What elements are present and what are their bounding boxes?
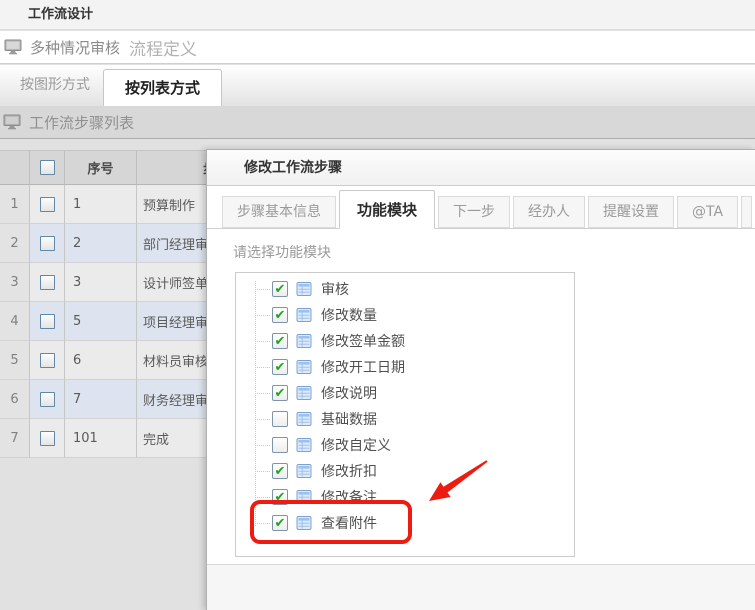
dialog-tab-partial[interactable] [741,196,752,228]
module-grid-icon [296,333,312,349]
row-number: 6 [0,380,30,419]
row-seq: 3 [65,263,137,302]
row-seq: 101 [65,419,137,458]
module-grid-icon [296,385,312,401]
module-checkbox[interactable]: ✔ [272,411,288,427]
breadcrumb: 多种情况审核 流程定义 [0,31,755,64]
view-tab-graphic[interactable]: 按图形方式 [8,65,102,106]
row-checkbox-cell[interactable] [30,263,65,302]
edit-step-dialog: 修改工作流步骤 步骤基本信息 功能模块 下一步 经办人 提醒设置 @TA 请选择功能模块 … [206,149,755,610]
dialog-title: 修改工作流步骤 [244,160,342,176]
row-checkbox-cell[interactable] [30,419,65,458]
row-checkbox[interactable] [39,352,55,368]
header-select-all[interactable] [30,151,65,185]
row-number: 5 [0,341,30,380]
module-grid-icon [296,359,312,375]
dialog-tab-2[interactable]: 下一步 [438,196,511,228]
module-checkbox[interactable]: ✔ [272,515,288,531]
module-grid-icon [296,307,312,323]
module-label: 查看附件 [321,516,377,532]
view-mode-tabs: 按图形方式 按列表方式 [0,65,755,106]
module-label: 修改备注 [321,490,377,506]
header-seq: 序号 [65,151,137,185]
module-label: 基础数据 [321,412,377,428]
module-label: 修改开工日期 [321,360,405,376]
row-checkbox-cell[interactable] [30,341,65,380]
row-seq: 7 [65,380,137,419]
row-checkbox[interactable] [39,274,55,290]
module-checkbox[interactable]: ✔ [272,437,288,453]
row-number: 7 [0,419,30,458]
section-header: 工作流步骤列表 [0,106,755,139]
module-checkbox[interactable]: ✔ [272,281,288,297]
row-seq: 1 [65,185,137,224]
section-title: 工作流步骤列表 [29,113,135,132]
module-grid-icon [296,437,312,453]
module-item-1[interactable]: ✔ 修改数量 [236,302,574,328]
module-label: 修改折扣 [321,464,377,480]
row-checkbox-cell[interactable] [30,380,65,419]
module-checkbox[interactable]: ✔ [272,463,288,479]
dialog-tab-0[interactable]: 步骤基本信息 [222,196,336,228]
row-number: 3 [0,263,30,302]
module-checkbox[interactable]: ✔ [272,333,288,349]
breadcrumb-flow-name: 多种情况审核 [30,38,121,57]
module-label: 审核 [321,282,349,298]
module-label: 修改自定义 [321,438,391,454]
module-item-3[interactable]: ✔ 修改开工日期 [236,354,574,380]
row-number: 1 [0,185,30,224]
dialog-tab-3[interactable]: 经办人 [513,196,586,228]
module-grid-icon [296,281,312,297]
row-checkbox-cell[interactable] [30,302,65,341]
view-tab-list[interactable]: 按列表方式 [103,69,223,106]
module-prompt: 请选择功能模块 [233,245,331,261]
dialog-footer [207,564,755,610]
module-checkbox[interactable]: ✔ [272,385,288,401]
dialog-tab-strip: 步骤基本信息 功能模块 下一步 经办人 提醒设置 @TA [207,186,755,229]
monitor-icon [4,39,23,55]
module-item-0[interactable]: ✔ 审核 [236,276,574,302]
breadcrumb-flow-definition: 流程定义 [129,39,198,60]
module-checkbox[interactable]: ✔ [272,359,288,375]
module-item-4[interactable]: ✔ 修改说明 [236,380,574,406]
row-number: 2 [0,224,30,263]
module-checkbox[interactable]: ✔ [272,307,288,323]
window-title: 工作流设计 [28,7,94,22]
row-seq: 2 [65,224,137,263]
dialog-tab-4[interactable]: 提醒设置 [588,196,675,228]
dialog-tab-1[interactable]: 功能模块 [339,190,436,229]
module-grid-icon [296,463,312,479]
module-label: 修改数量 [321,308,377,324]
module-label: 修改签单金额 [321,334,405,350]
select-all-checkbox[interactable] [39,160,55,175]
row-checkbox[interactable] [39,235,55,251]
module-item-5[interactable]: ✔ 基础数据 [236,406,574,432]
row-checkbox[interactable] [39,391,55,407]
row-seq: 6 [65,341,137,380]
module-list-panel: ✔ 审核 ✔ 修改数量 ✔ 修改签单金额 ✔ 修改开工日期 ✔ 修改说明 ✔ 基础数据 ✔ 修改自定义 ✔ 修… [235,272,575,557]
module-label: 修改说明 [321,386,377,402]
module-grid-icon [296,515,312,531]
module-item-8[interactable]: ✔ 修改备注 [236,484,574,510]
row-number: 4 [0,302,30,341]
header-rownum [0,151,30,185]
monitor-icon [3,114,22,130]
window-title-bar: 工作流设计 [0,0,755,30]
module-item-6[interactable]: ✔ 修改自定义 [236,432,574,458]
module-item-9[interactable]: ✔ 查看附件 [236,510,574,536]
row-checkbox-cell[interactable] [30,185,65,224]
module-item-7[interactable]: ✔ 修改折扣 [236,458,574,484]
module-grid-icon [296,411,312,427]
row-checkbox[interactable] [39,313,55,329]
row-checkbox-cell[interactable] [30,224,65,263]
module-item-2[interactable]: ✔ 修改签单金额 [236,328,574,354]
row-checkbox[interactable] [39,430,55,446]
row-seq: 5 [65,302,137,341]
module-grid-icon [296,489,312,505]
module-checkbox[interactable]: ✔ [272,489,288,505]
dialog-title-bar: 修改工作流步骤 [207,150,755,186]
dialog-tab-5[interactable]: @TA [677,196,739,228]
row-checkbox[interactable] [39,196,55,212]
